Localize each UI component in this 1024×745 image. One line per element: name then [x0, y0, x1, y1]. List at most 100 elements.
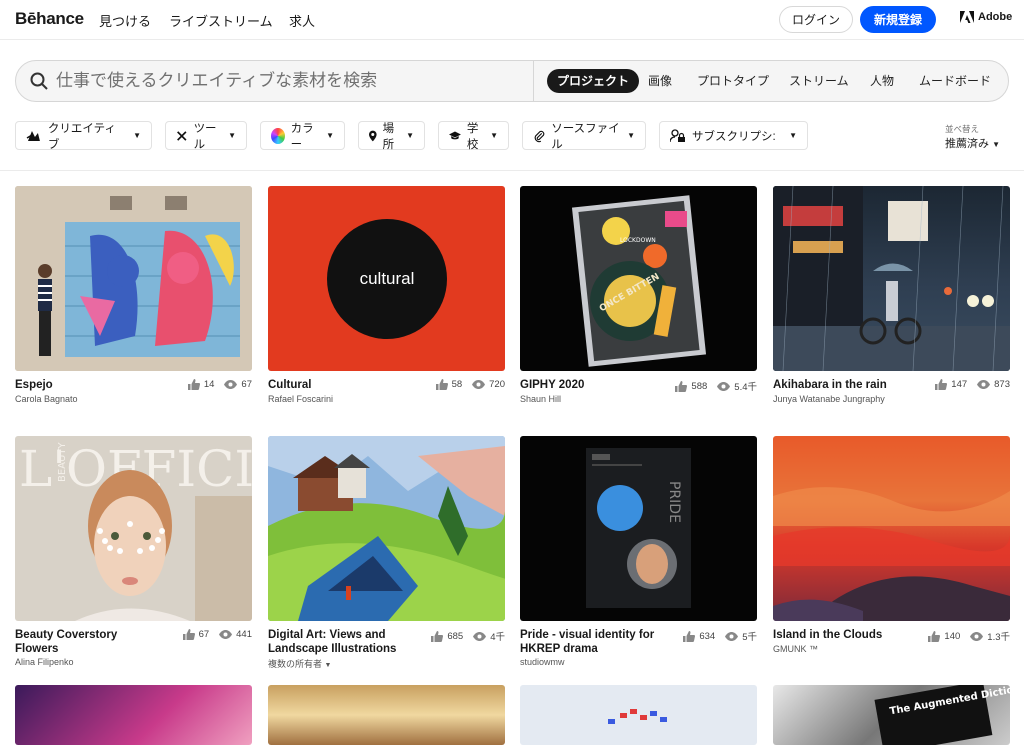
chevron-down-icon: ▼	[992, 140, 1000, 149]
adobe-icon	[960, 11, 974, 23]
like-count: 147	[951, 379, 968, 390]
view-count: 5.4千	[734, 382, 757, 393]
owner-label: 複数の所有者	[268, 659, 323, 669]
view-count: 720	[489, 379, 505, 390]
thumbs-up-icon	[928, 630, 941, 642]
filter-label: 場所	[382, 122, 395, 151]
project-owner[interactable]: GMUNK ™	[773, 644, 818, 654]
project-stats: 147 873	[935, 379, 1010, 390]
view-count: 873	[994, 379, 1010, 390]
project-title[interactable]: Akihabara in the rain	[773, 378, 923, 392]
filter-label: クリエイティブ	[47, 122, 116, 151]
like-count: 67	[198, 629, 210, 640]
project-title[interactable]: Cultural	[268, 378, 428, 392]
project-title[interactable]: Espejo	[15, 378, 175, 392]
project-thumbnail[interactable]	[773, 186, 1010, 371]
filter-creative-fields[interactable]: クリエイティブ ▼	[15, 121, 152, 151]
search-input[interactable]	[56, 69, 516, 93]
chevron-down-icon: ▼	[324, 662, 332, 669]
project-thumbnail[interactable]: L'OFFICIEL BEAUTY	[15, 436, 252, 621]
search-tab-moodboards[interactable]: ムードボード	[909, 69, 1001, 93]
filter-label: 学校	[466, 122, 479, 151]
behance-logo[interactable]: Bēhance	[15, 9, 84, 29]
eye-icon	[977, 380, 991, 389]
project-owner[interactable]: Junya Watanabe Jungraphy	[773, 394, 885, 404]
search-icon	[30, 72, 48, 90]
filter-subscriptions[interactable]: サブスクリプシ: ▼	[659, 121, 808, 150]
divider	[0, 170, 1024, 171]
top-navigation-bar: Bēhance 見つける ライブストリーム 求人 ログイン 新規登録 Adobe	[0, 0, 1024, 40]
color-wheel-icon	[271, 127, 285, 144]
eye-icon	[717, 381, 731, 391]
project-owner-multiple[interactable]: 複数の所有者 ▼	[268, 657, 331, 670]
chevron-down-icon: ▼	[133, 131, 141, 140]
thumbs-up-icon	[683, 630, 696, 642]
filter-label: カラー	[290, 122, 314, 151]
filter-tools[interactable]: ツール ▼	[165, 121, 247, 151]
eye-icon	[219, 630, 233, 639]
project-thumbnail[interactable]	[268, 685, 505, 745]
project-thumbnail[interactable]	[773, 436, 1010, 621]
filter-location[interactable]: 場所 ▼	[358, 121, 425, 151]
view-count: 5千	[742, 632, 757, 643]
project-thumbnail[interactable]: PRIDE	[520, 436, 757, 621]
project-owner[interactable]: Carola Bagnato	[15, 394, 78, 404]
project-title[interactable]: Digital Art: Views and Landscape Illustr…	[268, 628, 418, 656]
filter-color[interactable]: カラー ▼	[260, 121, 345, 151]
filter-school[interactable]: 学校 ▼	[438, 121, 509, 151]
search-tab-streams[interactable]: ストリーム	[779, 69, 859, 93]
search-tab-projects[interactable]: プロジェクト	[547, 69, 640, 93]
search-tab-images[interactable]: 画像	[638, 69, 682, 93]
eye-icon	[472, 380, 486, 389]
filter-label: ツール	[193, 122, 217, 151]
project-thumbnail[interactable]: cultural	[268, 186, 505, 371]
sort-value: 推薦済み	[945, 138, 989, 150]
like-count: 588	[691, 380, 708, 392]
thumbs-up-icon	[935, 379, 948, 390]
nav-discover[interactable]: 見つける	[99, 11, 151, 30]
login-button[interactable]: ログイン	[779, 6, 853, 33]
project-thumbnail[interactable]: LOCKDOWN ONCE BITTEN	[520, 186, 757, 371]
nav-livestreams[interactable]: ライブストリーム	[169, 11, 273, 30]
adobe-link[interactable]: Adobe	[960, 11, 1012, 23]
project-owner[interactable]: Rafael Foscarini	[268, 394, 333, 404]
project-thumbnail[interactable]	[15, 685, 252, 745]
project-thumbnail[interactable]	[15, 186, 252, 371]
like-count: 634	[699, 630, 716, 642]
eye-icon	[473, 631, 487, 641]
eye-icon	[970, 631, 984, 641]
project-stats: 14 67	[187, 379, 252, 390]
project-owner[interactable]: Shaun Hill	[520, 394, 561, 404]
project-owner[interactable]: Alina Filipenko	[15, 657, 74, 667]
like-count: 140	[944, 630, 961, 642]
project-title[interactable]: GIPHY 2020	[520, 378, 680, 392]
signup-button[interactable]: 新規登録	[860, 6, 936, 33]
thumbnail-text: BEAUTY	[57, 442, 68, 482]
project-owner[interactable]: studiowmw	[520, 657, 565, 667]
thumbs-up-icon	[187, 379, 200, 390]
location-pin-icon	[369, 130, 377, 141]
search-tab-people[interactable]: 人物	[860, 69, 904, 93]
project-stats: 140 1.3千	[928, 629, 1010, 643]
like-count: 14	[203, 379, 215, 390]
project-thumbnail[interactable]: The Augmented Dictionary of Typography	[773, 685, 1010, 745]
sort-label: 並べ替え	[945, 124, 980, 134]
search-bar: プロジェクト 画像 プロトタイプ ストリーム 人物 ムードボード	[15, 60, 1009, 102]
filter-source-files[interactable]: ソースファイル ▼	[522, 121, 646, 151]
sort-dropdown[interactable]: 推薦済み ▼	[945, 135, 1000, 151]
chevron-down-icon: ▼	[228, 131, 236, 140]
nav-jobs[interactable]: 求人	[289, 11, 315, 30]
project-thumbnail[interactable]	[268, 436, 505, 621]
thumbs-up-icon	[435, 379, 448, 390]
project-stats: 685 4千	[431, 629, 505, 643]
view-count: 441	[236, 629, 252, 640]
project-title[interactable]: Island in the Clouds	[773, 628, 933, 642]
project-thumbnail[interactable]	[520, 685, 757, 745]
chevron-down-icon: ▼	[490, 131, 498, 140]
thumbnail-text: PRIDE	[666, 481, 682, 523]
search-tab-prototypes[interactable]: プロトタイプ	[687, 69, 779, 93]
project-title[interactable]: Pride - visual identity for HKREP drama	[520, 628, 670, 656]
like-count: 58	[451, 379, 463, 390]
project-title[interactable]: Beauty Coverstory Flowers	[15, 628, 135, 656]
thumbs-up-icon	[675, 380, 688, 392]
